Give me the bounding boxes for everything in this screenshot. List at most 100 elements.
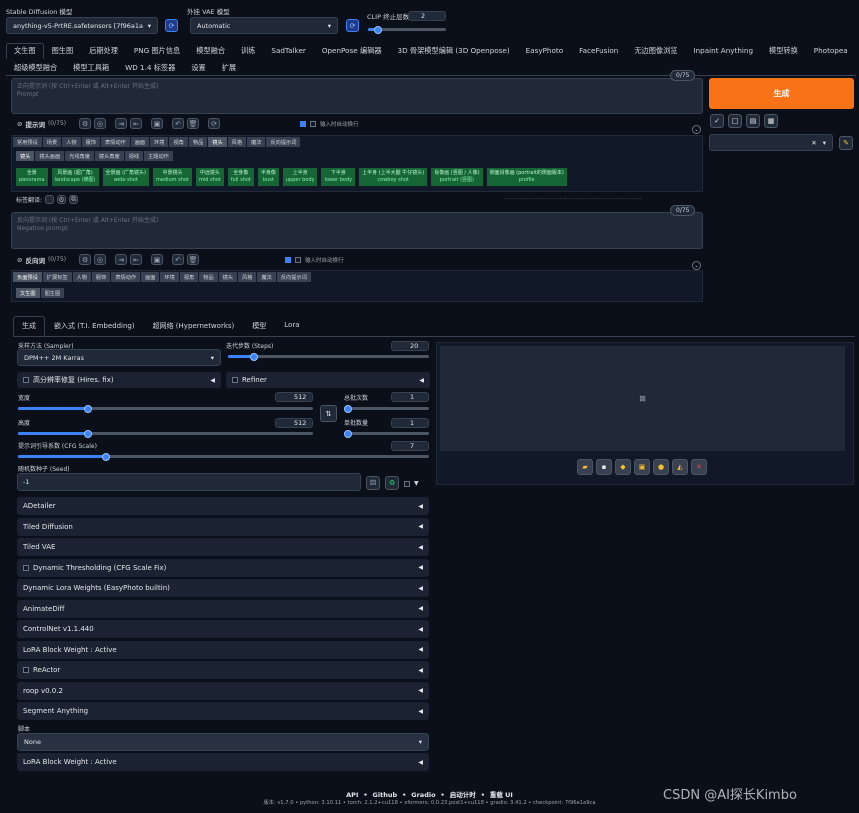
image-icon[interactable]: ▣ bbox=[151, 118, 164, 129]
neg-tag-category-11[interactable]: 魔法 bbox=[257, 272, 276, 282]
check-icon[interactable]: ✓ bbox=[710, 114, 724, 128]
vae-select[interactable]: Automatic ▾ bbox=[190, 17, 338, 34]
tab-8[interactable]: 3D 骨架模型编辑 (3D Openpose) bbox=[390, 43, 518, 59]
globe-icon[interactable]: ◎ bbox=[94, 118, 107, 129]
dice-icon[interactable]: ⚄ bbox=[366, 476, 380, 490]
neg-prompt-textarea[interactable]: 反向提示词 (按 Ctrl+Enter 或 Alt+Enter 开始生成) Neg… bbox=[11, 212, 703, 249]
collapse-icon[interactable]: ⊘ bbox=[17, 256, 22, 264]
gear-icon[interactable]: ⚙ bbox=[79, 254, 92, 265]
tab-4[interactable]: 模型融合 bbox=[188, 43, 233, 59]
tab-7[interactable]: OpenPose 编辑器 bbox=[314, 43, 390, 59]
neg-tag-category-9[interactable]: 镜头 bbox=[218, 272, 238, 282]
width-input[interactable]: 512 bbox=[275, 392, 313, 402]
pencil-icon[interactable]: ✎ bbox=[839, 136, 853, 150]
expand-icon[interactable]: ⌄ bbox=[692, 261, 701, 270]
sampler-select[interactable]: DPM++ 2M Karras ▾ bbox=[17, 349, 221, 366]
sub-tab-2[interactable]: 超网络 (Hypernetworks) bbox=[144, 316, 244, 336]
tag-category-4[interactable]: 表情动作 bbox=[100, 137, 130, 147]
extension-accordion[interactable]: roop v0.0.2 ◀ bbox=[17, 681, 429, 700]
tab-2[interactable]: 后期处理 bbox=[81, 43, 126, 59]
tag-category-9[interactable]: 镜头 bbox=[208, 137, 227, 147]
tab-1[interactable]: 图生图 bbox=[44, 43, 82, 59]
height-slider[interactable] bbox=[18, 429, 313, 438]
tag-category-6[interactable]: 环境 bbox=[150, 137, 169, 147]
refresh-vae-button[interactable]: ⟳ bbox=[346, 19, 359, 32]
tag-chip[interactable]: 全景 panorama bbox=[16, 168, 48, 186]
trash-icon[interactable]: 🗑 bbox=[187, 118, 200, 129]
export-icon[interactable]: ⇤ bbox=[130, 254, 143, 265]
import-icon[interactable]: ⇥ bbox=[115, 254, 128, 265]
steps-input[interactable]: 20 bbox=[391, 341, 429, 351]
swap-dimensions-button[interactable]: ⇅ bbox=[320, 405, 337, 422]
tag-category-5[interactable]: 画面 bbox=[130, 137, 150, 147]
clipboard-icon[interactable]: ▦ bbox=[764, 114, 778, 128]
square-icon[interactable]: □ bbox=[728, 114, 742, 128]
delete-icon[interactable]: ✕ bbox=[691, 459, 707, 475]
tag-chip[interactable]: 侧面肖像画 (portrait的侧面版本) profile bbox=[486, 168, 567, 186]
image-icon[interactable]: ▣ bbox=[151, 254, 164, 265]
clip-input[interactable]: 2 bbox=[408, 11, 446, 21]
neg-tag-category-10[interactable]: 风格 bbox=[238, 272, 257, 282]
tab-3[interactable]: PNG 图片信息 bbox=[126, 43, 188, 59]
extension-accordion[interactable]: AnimateDiff ◀ bbox=[17, 599, 429, 618]
cfg-input[interactable]: 7 bbox=[391, 441, 429, 451]
neg-tag-category-4[interactable]: 表情动作 bbox=[111, 272, 141, 282]
neg-tag-category-3[interactable]: 服饰 bbox=[91, 272, 111, 282]
extension-accordion[interactable]: ControlNet v1.1.440 ◀ bbox=[17, 620, 429, 638]
copy-icon[interactable]: ⧉ bbox=[69, 195, 79, 204]
tag-subcategory-2[interactable]: 光线角度 bbox=[65, 151, 94, 161]
accordion-checkbox[interactable] bbox=[23, 564, 29, 571]
tag-chip[interactable]: 下半身 lower body bbox=[321, 168, 356, 186]
send-to-img2img-icon[interactable]: ▣ bbox=[634, 459, 650, 475]
sub-tab-3[interactable]: 模型 bbox=[243, 316, 275, 336]
translate-input[interactable] bbox=[45, 195, 55, 204]
tag-category-0[interactable]: 常用预设 bbox=[13, 137, 42, 147]
extra-seed-toggle[interactable]: ▼ bbox=[404, 480, 419, 487]
tag-subcategory-4[interactable]: 视线 bbox=[124, 151, 144, 161]
tab-13[interactable]: 模型转换 bbox=[761, 43, 806, 59]
globe-icon[interactable]: ◎ bbox=[94, 254, 107, 265]
footer-link-3[interactable]: 启动计时 bbox=[450, 791, 476, 799]
tag-category-2[interactable]: 人物 bbox=[62, 137, 81, 147]
height-input[interactable]: 512 bbox=[275, 418, 313, 428]
footer-link-4[interactable]: 重载 UI bbox=[490, 791, 513, 799]
hires-fix-accordion[interactable]: 高分辨率修复 (Hires. fix) ◀ bbox=[17, 372, 221, 388]
tag-category-1[interactable]: 场景 bbox=[42, 137, 62, 147]
tab-9[interactable]: EasyPhoto bbox=[518, 43, 571, 59]
styles-select[interactable]: ✕ ▾ bbox=[709, 134, 833, 151]
tag-category-3[interactable]: 服饰 bbox=[81, 137, 100, 147]
undo-icon[interactable]: ↶ bbox=[172, 118, 185, 129]
extension-accordion[interactable]: Tiled VAE ◀ bbox=[17, 538, 429, 556]
tag-category-7[interactable]: 视角 bbox=[169, 137, 188, 147]
tag-chip[interactable]: 中景镜头 medium shot bbox=[153, 168, 192, 186]
tab-12[interactable]: Inpaint Anything bbox=[686, 43, 762, 59]
accordion-checkbox[interactable] bbox=[23, 667, 29, 673]
generate-button[interactable]: 生成 bbox=[709, 78, 854, 109]
tag-subcategory-3[interactable]: 镜头角度 bbox=[94, 151, 124, 161]
tab-5[interactable]: 训练 bbox=[233, 43, 263, 59]
neg-tag-subcategory-1[interactable]: 图生图 bbox=[40, 288, 65, 298]
tag-category-8[interactable]: 物品 bbox=[188, 137, 208, 147]
neg-tag-category-5[interactable]: 画面 bbox=[141, 272, 160, 282]
neg-auto-newline-checkbox[interactable]: 输入时自动换行 bbox=[285, 256, 344, 264]
extension-accordion[interactable]: Segment Anything ◀ bbox=[17, 702, 429, 720]
tab-17[interactable]: WD 1.4 标签器 bbox=[117, 60, 183, 75]
clear-icon[interactable]: ✕ bbox=[811, 139, 816, 147]
extension-accordion[interactable]: Dynamic Thresholding (CFG Scale Fix) ◀ bbox=[17, 558, 429, 577]
tab-11[interactable]: 无边图像浏览 bbox=[626, 43, 685, 59]
clip-slider[interactable] bbox=[368, 25, 446, 34]
extension-accordion[interactable]: Dynamic Lora Weights (EasyPhoto builtin)… bbox=[17, 579, 429, 597]
tag-subcategory-0[interactable]: 镜头 bbox=[16, 151, 35, 161]
tag-chip[interactable]: 肖像画 (竖图 / 人像) portrait (竖图) bbox=[431, 168, 483, 186]
tag-chip[interactable]: 半身像 bust bbox=[257, 168, 279, 186]
gear-icon[interactable]: ⚙ bbox=[79, 118, 92, 129]
tag-chip[interactable]: 上半身 (上半大腿 牛仔镜头) cowboy shot bbox=[359, 168, 428, 186]
refresh-icon[interactable]: ⟳ bbox=[208, 118, 221, 129]
sub-tab-1[interactable]: 嵌入式 (T.I. Embedding) bbox=[45, 316, 144, 336]
prompt-textarea[interactable]: 正向提示词 (按 Ctrl+Enter 或 Alt+Enter 开始生成) Pro… bbox=[11, 78, 703, 114]
send-to-extras-icon[interactable]: ◭ bbox=[672, 459, 688, 475]
recycle-icon[interactable]: ♻ bbox=[385, 476, 399, 490]
trash-icon[interactable]: ▤ bbox=[746, 114, 760, 128]
tab-0[interactable]: 文生图 bbox=[6, 43, 44, 59]
footer-link-2[interactable]: Gradio bbox=[411, 791, 435, 799]
